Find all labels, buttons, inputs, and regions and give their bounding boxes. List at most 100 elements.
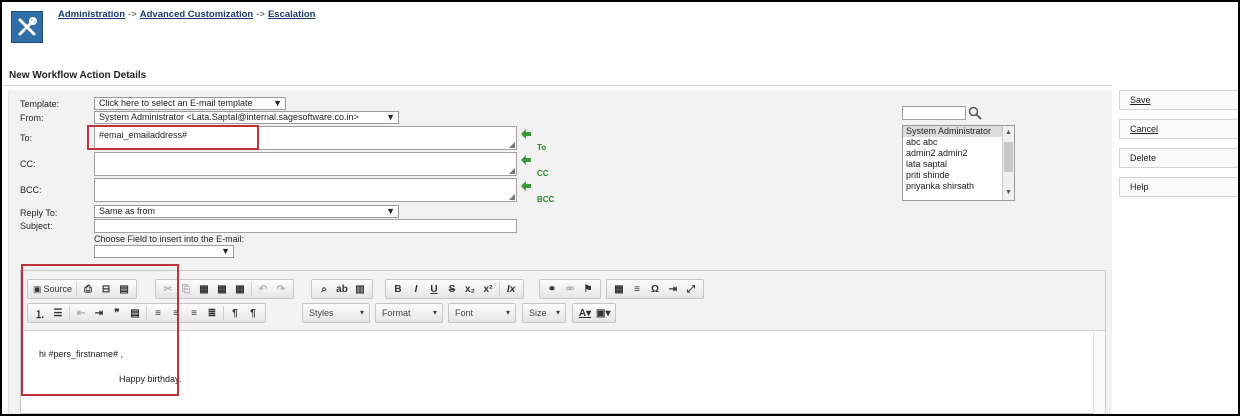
anchor-icon[interactable]: ⚑ [581,281,595,297]
size-dropdown[interactable]: Size ▾ [522,303,566,323]
delete-button[interactable]: Delete [1119,148,1238,168]
breadcrumb-advanced-customization[interactable]: Advanced Customization [140,9,254,20]
list-item[interactable]: admin2 admin2 [903,148,1014,159]
redo-icon[interactable]: ↷ [274,281,288,297]
editor-scrollbar[interactable] [1093,332,1105,414]
add-bcc-label[interactable]: BCC [537,195,554,204]
user-list-scrollbar[interactable]: ▲ ▼ [1002,126,1014,200]
cancel-button[interactable]: Cancel [1119,119,1238,139]
toolbar-separator [251,282,252,296]
resize-grip-icon[interactable]: ◢ [509,140,515,149]
page-break-icon[interactable]: ⇥ [666,281,680,297]
find-icon[interactable]: ⌕ [317,281,331,297]
select-all-icon[interactable]: ▥ [353,281,367,297]
add-to-label[interactable]: To [537,143,546,152]
maximize-icon[interactable]: ⤢ [684,281,698,297]
editor-toolbar: ▣ Source ⎙ ⊟ ▤ ✂ ⎘ ▦ ▦ ▦ ↶ ↷ ⌕ ab ▥ B I … [21,271,1105,331]
dropdown-arrow-icon: ▼ [386,206,395,216]
styles-dropdown[interactable]: Styles ▾ [302,303,370,323]
template-select[interactable]: Click here to select an E-mail template … [94,97,286,110]
strikethrough-icon[interactable]: S [445,281,459,297]
reply-to-select-value: Same as from [99,206,156,216]
scroll-up-icon[interactable]: ▲ [1005,129,1012,136]
list-item[interactable]: priyanka shirsath [903,181,1014,192]
reply-to-select[interactable]: Same as from ▼ [94,205,399,218]
scroll-down-icon[interactable]: ▼ [1005,189,1012,196]
template-select-value: Click here to select an E-mail template [99,98,253,108]
font-dropdown[interactable]: Font ▾ [448,303,516,323]
unlink-icon[interactable]: ⚮ [563,281,577,297]
remove-format-icon[interactable]: Ix [504,281,518,297]
highlight-box-to [87,125,259,150]
superscript-icon[interactable]: x² [481,281,495,297]
subject-label: Subject: [20,221,53,231]
list-item[interactable]: lata saptal [903,159,1014,170]
align-right-icon[interactable]: ≡ [187,305,201,321]
scroll-thumb[interactable] [1004,142,1013,172]
resize-grip-icon[interactable]: ◢ [509,192,515,201]
resize-grip-icon[interactable]: ◢ [509,166,515,175]
link-icon[interactable]: ⚭ [545,281,559,297]
italic-icon[interactable]: I [409,281,423,297]
save-button-label: Save [1130,95,1151,105]
email-body-editor: ▣ Source ⎙ ⊟ ▤ ✂ ⎘ ▦ ▦ ▦ ↶ ↷ ⌕ ab ▥ B I … [20,270,1106,414]
dropdown-arrow-icon: ▾ [359,308,364,317]
copy-icon[interactable]: ⎘ [179,281,193,297]
from-select-value: System Administrator <Lata.Saptal@intern… [99,112,359,122]
search-icon[interactable] [968,106,982,120]
justify-icon[interactable]: ≣ [205,305,219,321]
add-cc-arrow-icon[interactable] [520,154,532,166]
text-direction-ltr-icon[interactable]: ¶ [228,305,242,321]
toolbar-group-insert: ▦ ≡ Ω ⇥ ⤢ [606,279,704,299]
user-list[interactable]: System Administrator abc abc admin2 admi… [902,125,1015,201]
breadcrumb-escalation[interactable]: Escalation [268,9,316,20]
horizontal-line-icon[interactable]: ≡ [630,281,644,297]
breadcrumb: Administration -> Advanced Customization ->… [58,9,316,20]
editor-content[interactable]: hi #pers_firstname# , Happy birthday. [21,332,1105,414]
special-char-icon[interactable]: Ω [648,281,662,297]
add-cc-label[interactable]: CC [537,169,549,178]
user-search-input[interactable] [902,106,966,120]
format-dropdown[interactable]: Format ▾ [375,303,443,323]
background-color-icon[interactable]: ▣▾ [596,305,610,321]
from-select[interactable]: System Administrator <Lata.Saptal@intern… [94,111,399,124]
add-bcc-arrow-icon[interactable] [520,180,532,192]
page-title: New Workflow Action Details [9,70,147,81]
bold-icon[interactable]: B [391,281,405,297]
paste-icon[interactable]: ▦ [197,281,211,297]
list-item[interactable]: priti shinde [903,170,1014,181]
subject-input[interactable] [94,219,517,233]
list-item[interactable]: abc abc [903,137,1014,148]
text-direction-rtl-icon[interactable]: ¶ [246,305,260,321]
help-button-label: Help [1130,182,1149,192]
toolbar-group-colors: A▾ ▣▾ [572,303,617,323]
format-dropdown-label: Format [382,308,411,318]
cc-field[interactable]: ◢ [94,152,517,176]
toolbar-group-find: ⌕ ab ▥ [311,279,373,299]
replace-icon[interactable]: ab [335,281,349,297]
save-button[interactable]: Save [1119,90,1238,110]
template-label: Template: [20,99,60,109]
text-color-icon[interactable]: A▾ [578,305,592,321]
choose-field-select[interactable]: ▼ [94,245,234,258]
paste-word-icon[interactable]: ▦ [233,281,247,297]
help-button[interactable]: Help [1119,177,1238,197]
dropdown-arrow-icon: ▾ [505,308,510,317]
underline-icon[interactable]: U [427,281,441,297]
highlight-box-editor [21,264,179,396]
paste-text-icon[interactable]: ▦ [215,281,229,297]
dropdown-arrow-icon: ▼ [273,98,282,108]
app-frame: Administration -> Advanced Customization ->… [2,2,1238,414]
subscript-icon[interactable]: x₂ [463,281,477,297]
delete-button-label: Delete [1130,153,1157,163]
breadcrumb-administration[interactable]: Administration [58,9,125,20]
undo-icon[interactable]: ↶ [256,281,270,297]
table-icon[interactable]: ▦ [612,281,626,297]
add-to-arrow-icon[interactable] [520,128,532,140]
bcc-field[interactable]: ◢ [94,178,517,202]
title-divider [2,85,1112,86]
dropdown-arrow-icon: ▼ [386,112,395,122]
bcc-label: BCC: [20,185,42,195]
styles-dropdown-label: Styles [309,308,334,318]
list-item[interactable]: System Administrator [903,126,1014,137]
